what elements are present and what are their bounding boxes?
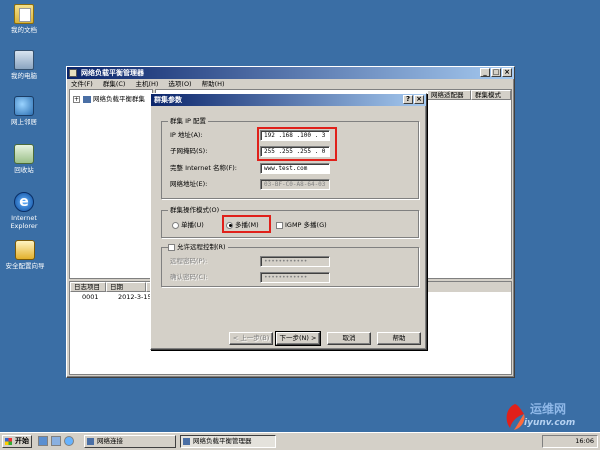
subnet-mask-label: 子网掩码(S):: [170, 147, 208, 155]
recycle-bin-icon: [14, 144, 34, 164]
quicklaunch-desktop-icon[interactable]: [38, 436, 48, 446]
tree-root-item[interactable]: + 网络负载平衡群集: [73, 93, 145, 103]
clock[interactable]: 16:06: [575, 437, 594, 445]
help-dialog-button[interactable]: 帮助: [377, 332, 421, 345]
remote-control-label: 允许远程控制(R): [177, 243, 226, 251]
site-watermark: 运维网 iyunv.com: [500, 398, 598, 436]
next-button[interactable]: 下一步(N) >: [275, 331, 321, 346]
network-places-icon: [14, 96, 34, 116]
log-entry-id: 0001: [82, 293, 99, 301]
internet-explorer-icon: e: [14, 192, 34, 212]
menu-help[interactable]: 帮助(H): [202, 79, 225, 89]
menu-options[interactable]: 选项(O): [168, 79, 191, 89]
full-internet-name-label: 完整 Internet 名称(F):: [170, 164, 237, 172]
menu-bar: 文件(F) 群集(C) 主机(H) 选项(O) 帮助(H): [67, 79, 514, 89]
log-entry-date: 2012-3-15: [118, 293, 152, 301]
dialog-titlebar[interactable]: 群集参数 ? ×: [151, 94, 426, 106]
igmp-label: IGMP 多播(G): [285, 221, 327, 229]
cluster-parameters-dialog: 群集参数 ? × 群集 IP 配置 IP 地址(A): 192 .168 .10…: [150, 93, 427, 350]
desktop-icon-label: 我的文档: [11, 26, 37, 34]
network-cluster-icon: [83, 95, 91, 103]
expand-icon[interactable]: +: [73, 95, 80, 103]
operation-mode-group-title: 群集操作模式(O): [168, 206, 222, 214]
desktop-icon-label: 我的电脑: [11, 72, 37, 80]
window-title: 网络负载平衡管理器: [81, 69, 144, 77]
security-wizard-icon: [15, 240, 35, 260]
help-button[interactable]: ?: [403, 95, 413, 104]
column-date[interactable]: 日期: [106, 282, 146, 292]
network-address-label: 网络地址(E):: [170, 180, 208, 188]
menu-host[interactable]: 主机(H): [135, 79, 158, 89]
network-address-field: 03-BF-C0-A8-64-03: [260, 179, 330, 190]
nlb-manager-titlebar[interactable]: 网络负载平衡管理器 _ □ ×: [67, 67, 514, 79]
unicast-label: 单播(U): [181, 221, 204, 229]
operation-mode-group: 群集操作模式(O) 单播(U) 多播(M) IGMP 多播(G): [161, 206, 419, 238]
remote-password-field: ••••••••••••: [260, 256, 330, 267]
maximize-button[interactable]: □: [491, 68, 501, 77]
system-tray: 16:06: [542, 435, 598, 448]
minimize-button[interactable]: _: [480, 68, 490, 77]
unicast-radio-dot: [172, 221, 179, 229]
desktop-icon-label: 安全配置向导: [5, 262, 45, 270]
confirm-password-label: 确认密码(C):: [170, 273, 208, 281]
igmp-checkbox-box: [276, 221, 283, 229]
back-button: < 上一步(B): [229, 332, 273, 345]
desktop-icon-recycle-bin[interactable]: 回收站: [2, 144, 46, 174]
igmp-multicast-checkbox[interactable]: IGMP 多播(G): [276, 221, 327, 230]
my-computer-icon: [14, 50, 34, 70]
taskbar-item-network-connections[interactable]: 网络连接: [84, 435, 176, 448]
watermark-domain: iyunv.com: [524, 418, 576, 428]
remote-control-checkbox-box: [168, 243, 175, 251]
desktop-icon-security-wizard[interactable]: 安全配置向导: [2, 240, 48, 270]
start-button[interactable]: 开始: [2, 435, 32, 448]
close-button[interactable]: ×: [502, 68, 512, 77]
tree-root-label: 网络负载平衡群集: [93, 95, 145, 103]
watermark-title: 运维网: [530, 402, 567, 416]
desktop-icon-label: 回收站: [14, 166, 34, 174]
desktop-icon-network[interactable]: 网上邻居: [2, 96, 46, 126]
desktop-icon-internet-explorer[interactable]: e Internet Explorer: [2, 192, 46, 230]
remote-control-group: 允许远程控制(R) 远程密码(P): •••••••••••• 确认密码(C):…: [161, 243, 419, 287]
task-label: 网络负载平衡管理器: [193, 437, 252, 445]
ip-address-label: IP 地址(A):: [170, 131, 203, 139]
quicklaunch-explorer-icon[interactable]: [51, 436, 61, 446]
cluster-ip-group-title: 群集 IP 配置: [168, 117, 208, 125]
dialog-title: 群集参数: [154, 96, 182, 104]
start-label: 开始: [15, 437, 29, 445]
desktop-icon-label: 网上邻居: [11, 118, 37, 126]
nlb-manager-task-icon: [183, 438, 190, 445]
task-label: 网络连接: [97, 437, 123, 445]
desktop-icon-label: Internet Explorer: [10, 214, 38, 230]
remote-control-checkbox[interactable]: 允许远程控制(R): [168, 243, 228, 251]
full-internet-name-field[interactable]: www.test.com: [260, 163, 330, 174]
documents-folder-icon: [14, 4, 34, 24]
unicast-radio[interactable]: 单播(U): [172, 221, 204, 230]
network-connections-icon: [87, 438, 94, 445]
remote-password-label: 远程密码(P):: [170, 257, 208, 265]
desktop-icon-my-documents[interactable]: 我的文档: [2, 4, 46, 34]
quicklaunch-ie-icon[interactable]: [64, 436, 74, 446]
nlb-manager-app-icon: [69, 69, 77, 77]
confirm-password-field: ••••••••••••: [260, 272, 330, 283]
dialog-close-button[interactable]: ×: [414, 95, 424, 104]
menu-cluster[interactable]: 群集(C): [103, 79, 126, 89]
multicast-highlight-box: [222, 215, 271, 233]
column-adapter[interactable]: 网络适配器: [427, 90, 471, 100]
column-cluster-mode[interactable]: 群集模式: [471, 90, 511, 100]
taskbar: 开始 网络连接 网络负载平衡管理器 16:06: [0, 432, 600, 450]
cluster-tree-pane: + 网络负载平衡群集: [69, 89, 153, 279]
menu-file[interactable]: 文件(F): [71, 79, 93, 89]
ip-highlight-box: [257, 127, 337, 161]
column-log-entry[interactable]: 日志项目: [70, 282, 106, 292]
cancel-button[interactable]: 取消: [327, 332, 371, 345]
desktop-icon-my-computer[interactable]: 我的电脑: [2, 50, 46, 80]
taskbar-item-nlb-manager[interactable]: 网络负载平衡管理器: [180, 435, 276, 448]
